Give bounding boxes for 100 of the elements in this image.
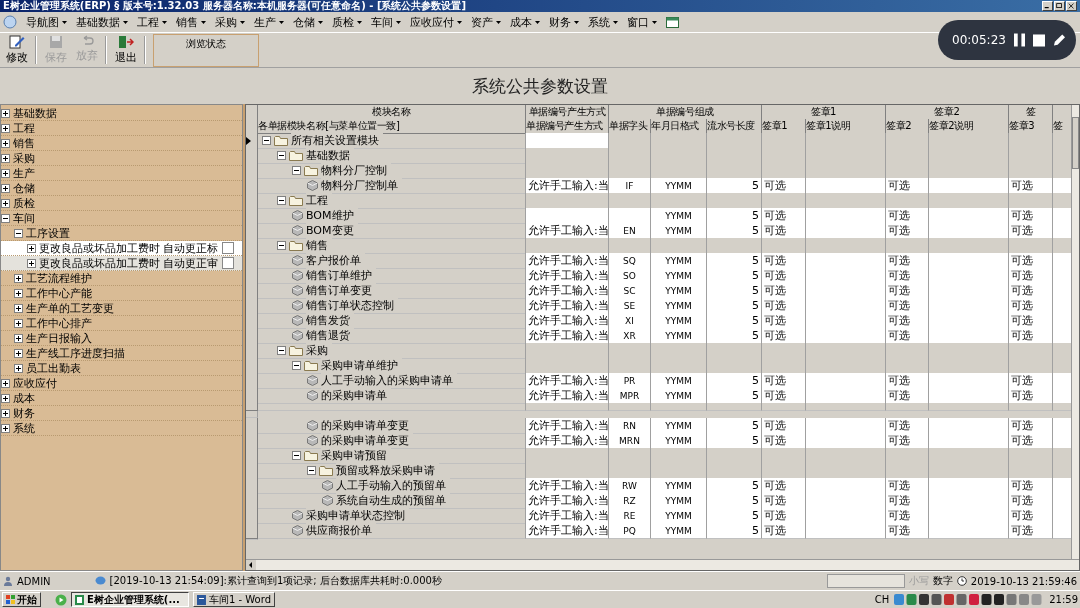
table-cell: MRN	[609, 433, 651, 449]
menu-item[interactable]: 基础数据	[76, 14, 128, 30]
table-cell: 可选	[762, 418, 806, 434]
table-cell: 5	[707, 523, 762, 539]
table-cell: 可选	[886, 328, 929, 344]
tree-item[interactable]: 生产日报输入	[26, 330, 92, 346]
menu-item[interactable]: 财务	[549, 14, 579, 30]
tree-item[interactable]: 工程	[13, 120, 35, 136]
module-name: 客户报价单	[306, 253, 365, 268]
table-cell: 允许手工输入:当	[526, 328, 609, 344]
table-cell: 可选	[1009, 283, 1053, 299]
table-cell: PR	[609, 373, 651, 389]
tree-item[interactable]: 仓储	[13, 180, 35, 196]
table-cell: 5	[707, 433, 762, 449]
table-cell: YYMM	[651, 478, 707, 494]
table-cell: SO	[609, 268, 651, 284]
module-name: 人工手动输入的预留单	[336, 478, 450, 493]
menu-item[interactable]: 仓储	[293, 14, 323, 30]
tree-item[interactable]: 生产	[13, 165, 35, 181]
toolbar-button[interactable]: 退出	[111, 33, 140, 67]
taskbar-button[interactable]: E树企业管理系统(...	[71, 592, 189, 607]
menu-item[interactable]: 窗口	[627, 14, 657, 30]
menu-item[interactable]: 采购	[215, 14, 245, 30]
table-cell: YYMM	[651, 373, 707, 389]
table-cell: YYMM	[651, 328, 707, 344]
table-cell: 可选	[762, 493, 806, 509]
menu-item[interactable]: 系统	[588, 14, 618, 30]
table-cell: 可选	[1009, 493, 1053, 509]
table-cell: 5	[707, 388, 762, 404]
tree-item[interactable]: 工作中心产能	[26, 285, 92, 301]
language-indicator[interactable]: CH	[874, 594, 890, 605]
tree-item[interactable]: 系统	[13, 420, 35, 436]
table-cell: RZ	[609, 493, 651, 509]
tree-item[interactable]: 工作中心排产	[26, 315, 92, 331]
table-cell: RE	[609, 508, 651, 524]
tree-item[interactable]: 财务	[13, 405, 35, 421]
menu-item[interactable]: 成本	[510, 14, 540, 30]
table-cell: 可选	[886, 223, 929, 239]
table-cell: YYMM	[651, 418, 707, 434]
column-header[interactable]: 各单据模块名称[与菜单位置一致]	[258, 119, 526, 134]
table-cell: 5	[707, 208, 762, 224]
table-cell: 允许手工输入:当	[526, 418, 609, 434]
table-cell: YYMM	[651, 313, 707, 329]
table-cell: YYMM	[651, 298, 707, 314]
tree-item[interactable]: 员工出勤表	[26, 360, 81, 376]
status-message: [2019-10-13 21:54:09]:累计查询到1项记录; 后台数据库共耗时:0.000秒	[109, 574, 442, 588]
start-button[interactable]: 开始	[2, 592, 41, 607]
table-cell: SE	[609, 298, 651, 314]
tree-item[interactable]: 基础数据	[13, 105, 57, 121]
table-cell: 5	[707, 418, 762, 434]
toolbar-button[interactable]: 修改	[2, 33, 31, 67]
module-name: 人工手动输入的采购申请单	[321, 373, 457, 388]
table-cell: 允许手工输入:当	[526, 523, 609, 539]
menu-item[interactable]: 工程	[137, 14, 167, 30]
tree-item[interactable]: 成本	[13, 390, 35, 406]
table-cell: 允许手工输入:当	[526, 478, 609, 494]
tree-item[interactable]: 销售	[13, 135, 35, 151]
table-cell: YYMM	[651, 268, 707, 284]
tree-item[interactable]: 生产单的工艺变更	[26, 300, 114, 316]
menu-item[interactable]: 应收应付	[410, 14, 462, 30]
table-cell: YYMM	[651, 493, 707, 509]
module-name: 的采购申请单	[321, 388, 391, 403]
module-name: 采购申请预留	[321, 448, 391, 463]
tree-item[interactable]: 生产线工序进度扫描	[26, 345, 125, 361]
tree-item[interactable]: 工序设置	[26, 225, 70, 241]
table-cell: 可选	[886, 283, 929, 299]
table-cell: 可选	[762, 388, 806, 404]
table-cell: 5	[707, 313, 762, 329]
module-name: 销售订单维护	[306, 268, 376, 283]
table-cell: 可选	[886, 208, 929, 224]
table-cell: 5	[707, 493, 762, 509]
tree-item[interactable]: 质检	[13, 195, 35, 211]
table-cell: YYMM	[651, 508, 707, 524]
menu-item[interactable]: 生产	[254, 14, 284, 30]
tree-item[interactable]: 车间	[13, 210, 35, 226]
table-cell: 可选	[886, 433, 929, 449]
module-name: 销售订单变更	[306, 283, 376, 298]
table-cell: 可选	[762, 298, 806, 314]
table-cell: 可选	[1009, 313, 1053, 329]
menu-item[interactable]: 资产	[471, 14, 501, 30]
table-cell: YYMM	[651, 178, 707, 194]
tree-item[interactable]: 应收应付	[13, 375, 57, 391]
menu-item[interactable]: 质检	[332, 14, 362, 30]
module-name: 销售退货	[306, 328, 354, 343]
menu-item[interactable]: 车间	[371, 14, 401, 30]
menu-item[interactable]: 销售	[176, 14, 206, 30]
table-cell: 可选	[886, 178, 929, 194]
table-cell: 5	[707, 268, 762, 284]
table-cell: RW	[609, 478, 651, 494]
table-cell: 可选	[762, 328, 806, 344]
status-user: ADMIN	[17, 575, 51, 587]
tree-item[interactable]: 工艺流程维护	[26, 270, 92, 286]
taskbar-button[interactable]: 车间1 - Word	[193, 592, 275, 607]
table-cell: 可选	[1009, 208, 1053, 224]
menu-item[interactable]: 导航图	[26, 14, 67, 30]
table-cell: 可选	[762, 283, 806, 299]
tree-item[interactable]: 采购	[13, 150, 35, 166]
table-cell: 5	[707, 508, 762, 524]
recording-time: 00:05:23	[952, 33, 1006, 47]
table-cell: 可选	[886, 493, 929, 509]
